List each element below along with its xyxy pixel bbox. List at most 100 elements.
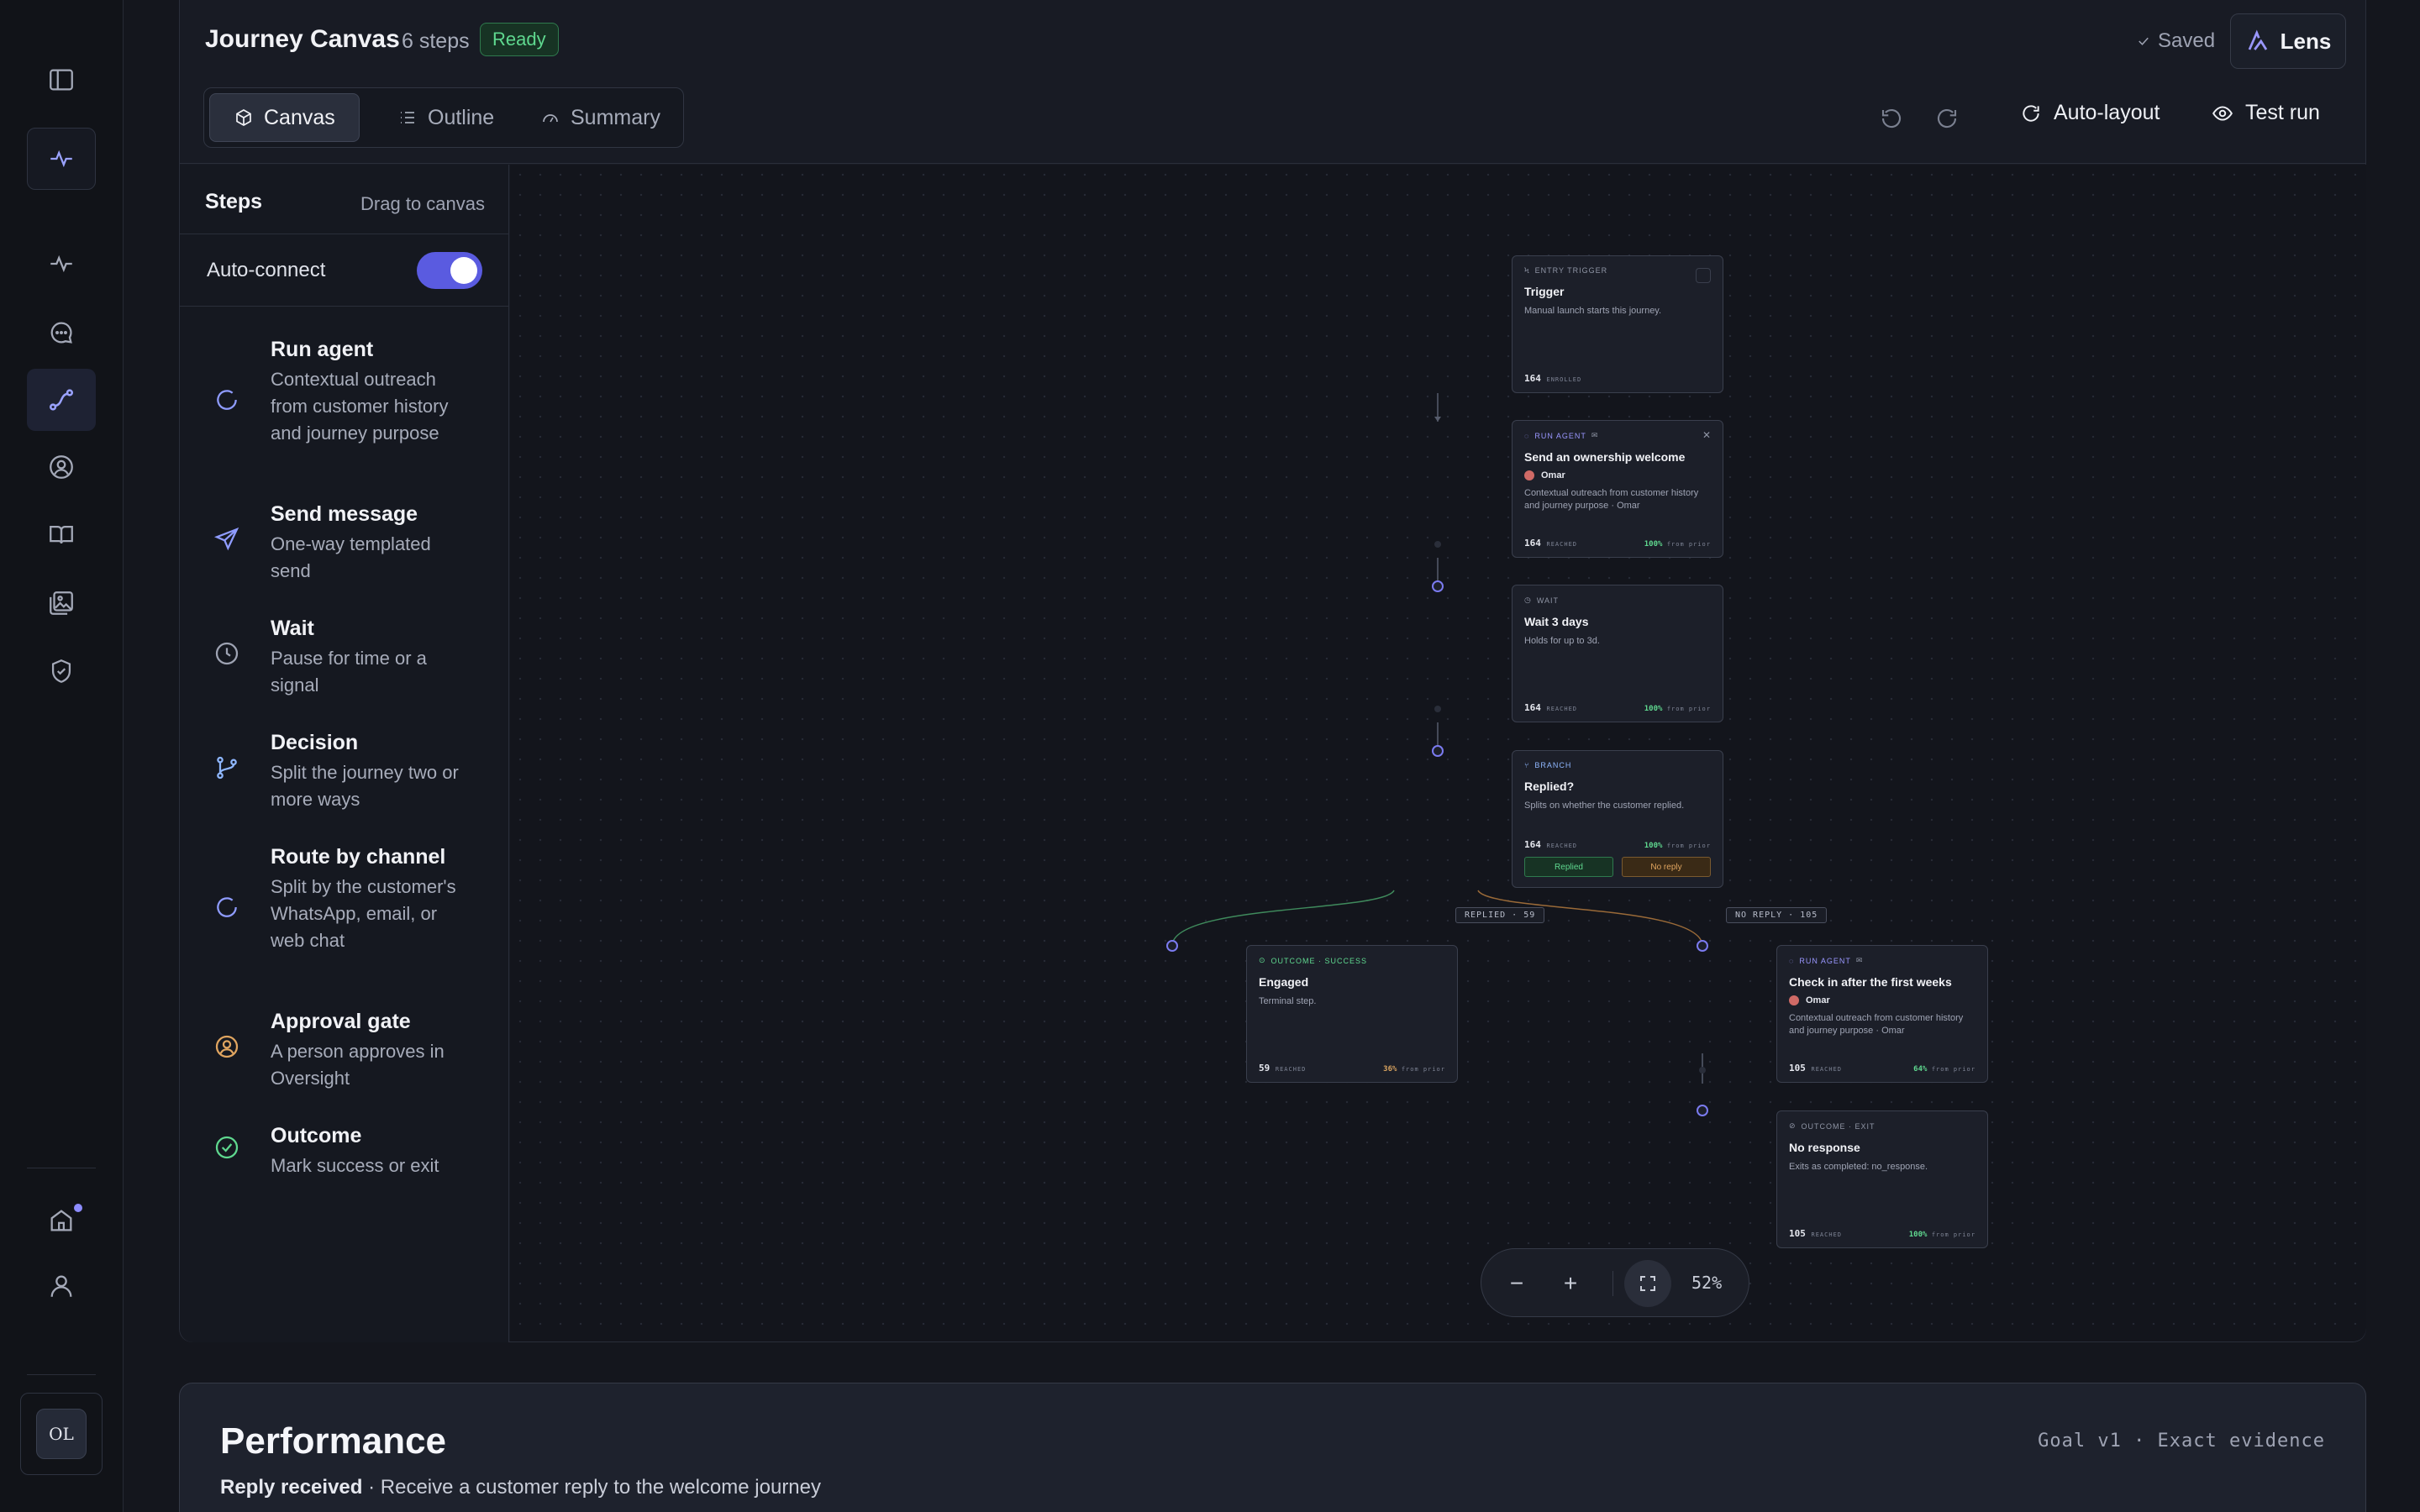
journey-canvas[interactable]: ϟ Entry trigger Trigger Manual launch sta… [510, 165, 2366, 1341]
test-run-button[interactable]: Test run [2212, 101, 2320, 125]
bolt-icon: ϟ [1524, 266, 1530, 275]
zoom-in-button[interactable]: + [1554, 1267, 1587, 1300]
node-metrics: 164 ENROLLED [1524, 373, 1582, 384]
agent-icon: ◌ [1524, 431, 1530, 440]
panel-header: Journey Canvas 6 steps Ready Saved Lens … [180, 0, 2365, 164]
list-icon [401, 112, 414, 123]
node-metrics: 164 REACHED 100% from prior [1524, 702, 1711, 713]
sidebar-toggle-icon[interactable] [27, 49, 96, 111]
contact-icon[interactable] [27, 436, 96, 498]
avatar [1524, 470, 1534, 480]
step-run-agent[interactable]: Run agent Contextual outreach from custo… [213, 338, 482, 472]
undo-icon[interactable] [1879, 106, 1904, 131]
fit-view-button[interactable] [1624, 1260, 1671, 1307]
steps-heading: Steps [205, 190, 263, 213]
mail-icon: ✉ [1591, 431, 1599, 439]
step-wait[interactable]: Wait Pause for time or a signal [213, 617, 482, 701]
node-kicker: ◌ Run agent ✉ [1524, 431, 1599, 440]
journey-panel: Journey Canvas 6 steps Ready Saved Lens … [179, 0, 2366, 1342]
check-circle-icon: ⊙ [1259, 956, 1266, 964]
steps-hint: Drag to canvas [360, 193, 485, 214]
activity-icon[interactable] [27, 233, 96, 295]
sidebar-divider [180, 306, 508, 307]
close-icon[interactable]: ✕ [1702, 429, 1711, 441]
node-desc: Holds for up to 3d. [1524, 636, 1600, 646]
node-engaged[interactable]: ⊙ Outcome · Success Engaged Terminal step… [1246, 945, 1458, 1083]
view-tabs: Canvas Outline Summary [203, 87, 684, 148]
branch-icon: ⑂ [1524, 761, 1530, 769]
lens-logo-icon [2248, 29, 2267, 50]
step-send-message[interactable]: Send message One-way templated send [213, 502, 482, 586]
clock-icon: ◷ [1524, 596, 1532, 604]
avatar-initials: OL [36, 1409, 87, 1459]
zoom-out-button[interactable]: − [1500, 1267, 1534, 1300]
edge-label-replied: REPLIED · 59 [1455, 907, 1545, 923]
canvas-connectors [1166, 393, 1708, 1116]
saved-indicator: Saved [2136, 29, 2215, 53]
refresh-icon [2023, 104, 2039, 122]
node-wait[interactable]: ◷ Wait Wait 3 days Holds for up to 3d. 16… [1512, 585, 1723, 722]
status-badge: Ready [480, 23, 559, 56]
auto-layout-button[interactable]: Auto-layout [2020, 101, 2160, 125]
node-branch[interactable]: ⑂ Branch Replied? Splits on whether the c… [1512, 750, 1723, 888]
port-dot [1434, 706, 1441, 712]
port-handle [1432, 745, 1444, 757]
node-title: Trigger [1524, 285, 1565, 298]
send-icon [213, 526, 240, 553]
tab-summary[interactable]: Summary [517, 93, 684, 142]
tab-outline[interactable]: Outline [374, 93, 518, 142]
node-metrics: 164 REACHED 100% from prior [1524, 839, 1711, 850]
mail-icon: ✉ [1855, 956, 1864, 964]
step-approval-gate[interactable]: Approval gate A person approves in Overs… [213, 1010, 482, 1094]
node-kicker: ϟ Entry trigger [1524, 266, 1608, 275]
app-rail: OL [0, 0, 124, 1512]
node-desc: Exits as completed: no_response. [1789, 1162, 1928, 1172]
node-title: Send an ownership welcome [1524, 450, 1686, 464]
goal-meta: Goal v1 · Exact evidence [2038, 1431, 2325, 1452]
branch-no-reply[interactable]: No reply [1622, 857, 1711, 877]
node-title: No response [1789, 1141, 1860, 1154]
node-check-in[interactable]: ◌ Run agent ✉ Check in after the first wee… [1776, 945, 1988, 1083]
branch-replied[interactable]: Replied [1524, 857, 1613, 877]
steps-count: 6 steps [402, 29, 470, 53]
person-icon [213, 1033, 240, 1060]
node-kicker: ◷ Wait [1524, 596, 1560, 605]
check-icon [2139, 37, 2149, 45]
step-outcome[interactable]: Outcome Mark success or exit [213, 1124, 482, 1183]
shield-check-icon[interactable] [27, 640, 96, 702]
node-kicker: ⊙ Outcome · Success [1259, 956, 1368, 965]
cube-icon [236, 109, 251, 126]
node-kicker: ⑂ Branch [1524, 761, 1572, 769]
tab-canvas[interactable]: Canvas [209, 93, 360, 142]
pulse-icon[interactable] [27, 128, 96, 190]
agent-icon [213, 386, 240, 413]
node-no-response[interactable]: ⊘ Outcome · Exit No response Exits as com… [1776, 1110, 1988, 1248]
node-desc: Contextual outreach from customer histor… [1789, 1013, 1964, 1036]
step-decision[interactable]: Decision Split the journey two or more w… [213, 731, 482, 815]
step-route-by-channel[interactable]: Route by channel Split by the customer's… [213, 845, 482, 979]
gallery-icon[interactable] [27, 572, 96, 634]
home-icon[interactable] [27, 1189, 96, 1252]
node-send-welcome[interactable]: ◌ Run agent ✉ ✕ Send an ownership welcome … [1512, 420, 1723, 558]
performance-title: Performance [220, 1420, 447, 1462]
lens-button[interactable]: Lens [2230, 13, 2346, 69]
eye-icon [2212, 105, 2233, 121]
node-metrics: 105 REACHED 64% from prior [1789, 1063, 1975, 1074]
avatar [1789, 995, 1799, 1005]
user-icon[interactable] [27, 1255, 96, 1317]
chat-icon[interactable] [27, 302, 96, 364]
node-desc: Contextual outreach from customer histor… [1524, 488, 1699, 511]
gauge-icon [543, 114, 558, 123]
account-avatar[interactable]: OL [20, 1393, 103, 1475]
redo-icon[interactable] [1934, 106, 1960, 131]
node-desc: Terminal step. [1259, 996, 1317, 1006]
book-icon[interactable] [27, 504, 96, 566]
steps-sidebar: Steps Drag to canvas Auto-connect Run ag… [180, 165, 509, 1342]
node-trigger[interactable]: ϟ Entry trigger Trigger Manual launch sta… [1512, 255, 1723, 393]
journey-icon[interactable] [27, 369, 96, 431]
clock-icon [213, 640, 240, 667]
auto-connect-toggle[interactable] [417, 252, 482, 289]
node-desc: Manual launch starts this journey. [1524, 306, 1662, 316]
node-metrics: 59 REACHED 36% from prior [1259, 1063, 1445, 1074]
auto-connect-label: Auto-connect [207, 259, 326, 281]
